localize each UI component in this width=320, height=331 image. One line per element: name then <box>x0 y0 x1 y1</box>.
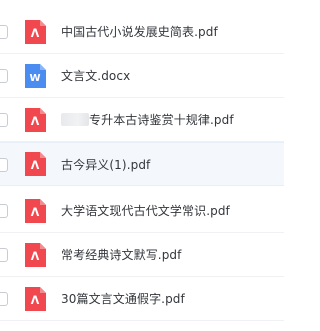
row-checkbox[interactable] <box>0 292 8 306</box>
svg-text:ᐱ: ᐱ <box>31 115 40 128</box>
file-name[interactable]: 中国古代小说发展史简表.pdf <box>61 23 218 40</box>
file-row[interactable]: ᐱ 常考经典诗文默写.pdf <box>0 233 284 277</box>
row-checkbox[interactable] <box>0 158 8 172</box>
pdf-icon: ᐱ <box>25 242 46 267</box>
svg-text:ᐱ: ᐱ <box>31 250 40 263</box>
file-row[interactable]: W 文言文.docx <box>0 54 284 98</box>
pdf-icon: ᐱ <box>25 107 46 132</box>
row-checkbox[interactable] <box>0 69 8 83</box>
row-checkbox[interactable] <box>0 204 8 218</box>
svg-text:W: W <box>29 73 40 84</box>
row-checkbox[interactable] <box>0 25 8 39</box>
svg-text:ᐱ: ᐱ <box>31 206 40 219</box>
word-icon: W <box>25 63 46 88</box>
row-checkbox[interactable] <box>0 113 8 127</box>
file-name-container[interactable]: 专升本古诗鉴赏十规律.pdf <box>61 111 234 128</box>
file-row-selected[interactable]: ᐱ 古今异义(1).pdf <box>0 142 284 186</box>
svg-text:ᐱ: ᐱ <box>31 27 40 40</box>
file-name[interactable]: 大学语文现代古代文学常识.pdf <box>61 202 230 219</box>
svg-text:ᐱ: ᐱ <box>31 294 40 307</box>
file-row[interactable]: ᐱ 大学语文现代古代文学常识.pdf <box>0 189 284 233</box>
file-list: ᐱ 中国古代小说发展史简表.pdf W 文言文.docx ᐱ 专升本古诗鉴赏十规… <box>0 0 284 331</box>
redacted-text <box>61 113 89 126</box>
file-row[interactable]: ᐱ 中国古代小说发展史简表.pdf <box>0 10 284 54</box>
pdf-icon: ᐱ <box>25 286 46 311</box>
svg-text:ᐱ: ᐱ <box>31 159 40 172</box>
file-name[interactable]: 古今异义(1).pdf <box>61 156 150 173</box>
file-name[interactable]: 30篇文言文通假字.pdf <box>61 290 185 307</box>
pdf-icon: ᐱ <box>25 19 46 44</box>
file-row[interactable]: ᐱ 30篇文言文通假字.pdf <box>0 277 284 321</box>
file-name[interactable]: 常考经典诗文默写.pdf <box>61 246 181 263</box>
file-name: 专升本古诗鉴赏十规律.pdf <box>89 113 234 127</box>
file-row[interactable]: ᐱ 专升本古诗鉴赏十规律.pdf <box>0 98 284 142</box>
file-name[interactable]: 文言文.docx <box>61 67 130 84</box>
pdf-icon: ᐱ <box>25 198 46 223</box>
pdf-icon: ᐱ <box>25 152 46 176</box>
row-checkbox[interactable] <box>0 248 8 262</box>
